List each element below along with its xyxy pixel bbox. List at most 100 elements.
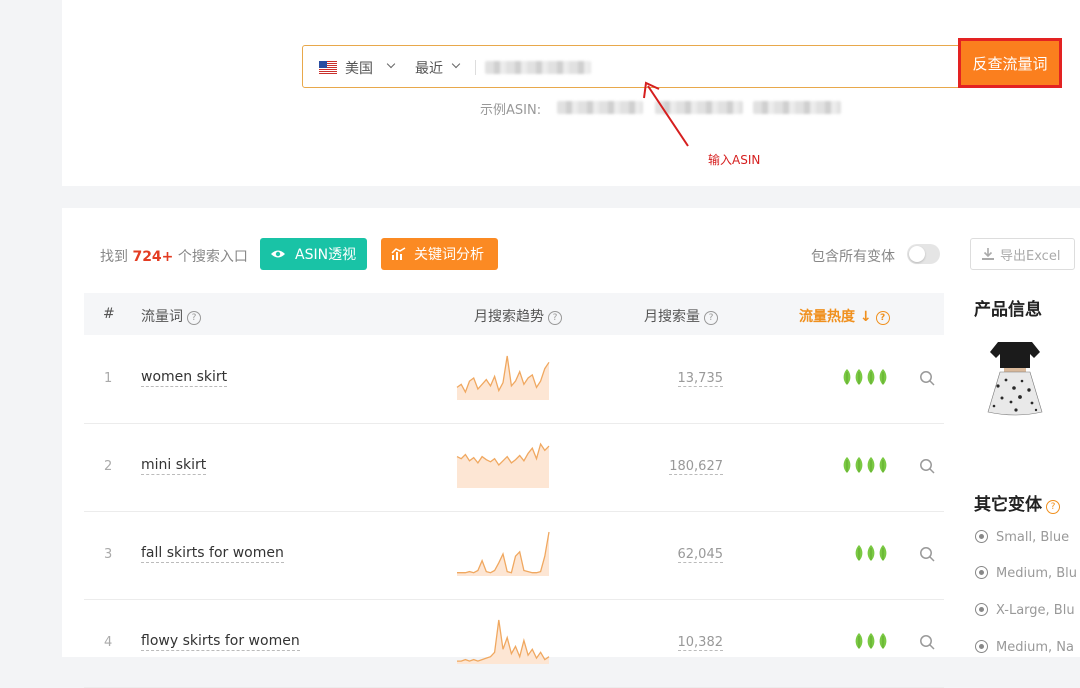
help-icon[interactable]: ?	[704, 311, 718, 325]
results-count: 找到 724+ 个搜索入口	[100, 246, 248, 266]
trend-sparkline	[457, 531, 550, 576]
leaf-icon	[879, 369, 887, 385]
search-volume[interactable]: 13,735	[677, 371, 723, 387]
keyword-analysis-button[interactable]: 关键词分析	[381, 238, 498, 270]
search-panel	[62, 0, 1080, 186]
keyword-analysis-label: 关键词分析	[414, 247, 484, 263]
col-heat[interactable]: 流量热度 ↓?	[799, 306, 890, 326]
row-index: 2	[104, 459, 113, 474]
chart-icon	[391, 247, 406, 260]
keyword-link[interactable]: flowy skirts for women	[141, 633, 300, 651]
other-variants-title: 其它变体?	[974, 490, 1060, 515]
country-select[interactable]: 美国	[345, 58, 373, 78]
asin-perspective-button[interactable]: ASIN透视	[260, 238, 367, 270]
variant-label: Medium, Blu	[996, 566, 1078, 581]
search-icon[interactable]	[919, 458, 935, 474]
asin-input[interactable]	[485, 61, 591, 74]
search-bar[interactable]: 美国 最近	[302, 45, 962, 88]
variant-item[interactable]: Medium, Blu	[975, 566, 1077, 581]
variant-item[interactable]: Small, Blue	[975, 530, 1069, 545]
heat-leaves	[842, 368, 888, 386]
keyword-link[interactable]: mini skirt	[141, 457, 207, 475]
include-variants-toggle[interactable]	[907, 244, 940, 264]
variant-label: Medium, Na	[996, 640, 1074, 655]
leaf-icon	[867, 633, 875, 649]
col-keyword: 流量词?	[141, 306, 201, 326]
trend-sparkline	[456, 355, 550, 400]
leaf-icon	[843, 369, 851, 385]
help-icon[interactable]: ?	[875, 311, 890, 325]
radio-icon	[975, 566, 988, 579]
radio-icon	[975, 530, 988, 543]
row-index: 3	[104, 547, 113, 562]
search-icon[interactable]	[919, 370, 935, 386]
help-icon[interactable]: ?	[1046, 500, 1060, 514]
heat-leaves	[854, 544, 888, 562]
table-row: 1 women skirt 13,735	[84, 336, 944, 424]
search-icon[interactable]	[919, 634, 935, 650]
trend-sparkline	[456, 442, 550, 488]
leaf-icon	[855, 369, 863, 385]
col-volume[interactable]: 月搜索量?	[644, 306, 718, 326]
download-icon	[982, 248, 994, 260]
row-index: 1	[104, 371, 113, 386]
found-suffix: 个搜索入口	[177, 249, 248, 265]
leaf-icon	[855, 633, 863, 649]
chevron-down-icon[interactable]	[386, 59, 396, 69]
col-index: #	[103, 306, 115, 322]
search-icon[interactable]	[919, 546, 935, 562]
eye-icon	[271, 250, 285, 258]
example-asin-link[interactable]	[557, 101, 643, 114]
table-row: 4 flowy skirts for women 10,382	[84, 600, 944, 688]
export-excel-button[interactable]: 导出Excel	[970, 238, 1075, 270]
table-header: # 流量词? 月搜索趋势? 月搜索量? 流量热度 ↓?	[84, 293, 944, 335]
include-variants-label: 包含所有变体	[811, 249, 895, 265]
example-asin-link[interactable]	[753, 101, 841, 114]
leaf-icon	[855, 457, 863, 473]
divider	[475, 60, 476, 75]
keyword-link[interactable]: fall skirts for women	[141, 545, 284, 563]
col-heat-label: 流量热度	[799, 309, 855, 325]
row-index: 4	[104, 635, 113, 650]
export-excel-label: 导出Excel	[1000, 248, 1061, 264]
heat-leaves	[854, 632, 888, 650]
chevron-down-icon[interactable]	[451, 59, 461, 69]
leaf-icon	[867, 369, 875, 385]
leaf-icon	[879, 633, 887, 649]
variant-label: Small, Blue	[996, 530, 1070, 545]
leaf-icon	[867, 545, 875, 561]
leaf-icon	[843, 457, 851, 473]
product-image[interactable]	[984, 340, 1046, 420]
search-volume[interactable]: 10,382	[677, 635, 723, 651]
period-select[interactable]: 最近	[415, 58, 443, 78]
keyword-link[interactable]: women skirt	[141, 369, 228, 387]
leaf-icon	[867, 457, 875, 473]
heat-leaves	[842, 456, 888, 474]
help-icon[interactable]: ?	[187, 311, 201, 325]
variant-label: X-Large, Blu	[996, 603, 1075, 618]
sort-desc-icon[interactable]: ↓	[855, 309, 872, 325]
table-row: 2 mini skirt 180,627	[84, 424, 944, 512]
radio-icon	[975, 640, 988, 653]
variant-item[interactable]: Medium, Na	[975, 640, 1074, 655]
product-info-title: 产品信息	[974, 300, 1042, 320]
search-volume[interactable]: 62,045	[677, 547, 723, 563]
col-trend-label: 月搜索趋势	[474, 309, 544, 325]
annotation-label: 输入ASIN	[708, 153, 761, 167]
search-volume[interactable]: 180,627	[669, 459, 723, 475]
leaf-icon	[879, 457, 887, 473]
other-variants-label: 其它变体	[974, 495, 1042, 515]
leaf-icon	[879, 545, 887, 561]
radio-icon	[975, 603, 988, 616]
leaf-icon	[855, 545, 863, 561]
col-trend: 月搜索趋势?	[474, 306, 562, 326]
reverse-lookup-button[interactable]: 反查流量词	[958, 38, 1062, 88]
asin-perspective-label: ASIN透视	[295, 247, 357, 263]
found-count: 724+	[132, 249, 174, 265]
annotation-arrow-icon	[643, 81, 689, 147]
example-asin-label: 示例ASIN:	[480, 103, 542, 118]
variant-item[interactable]: X-Large, Blu	[975, 603, 1075, 618]
found-prefix: 找到	[100, 249, 128, 265]
help-icon[interactable]: ?	[548, 311, 562, 325]
trend-sparkline	[457, 619, 550, 664]
